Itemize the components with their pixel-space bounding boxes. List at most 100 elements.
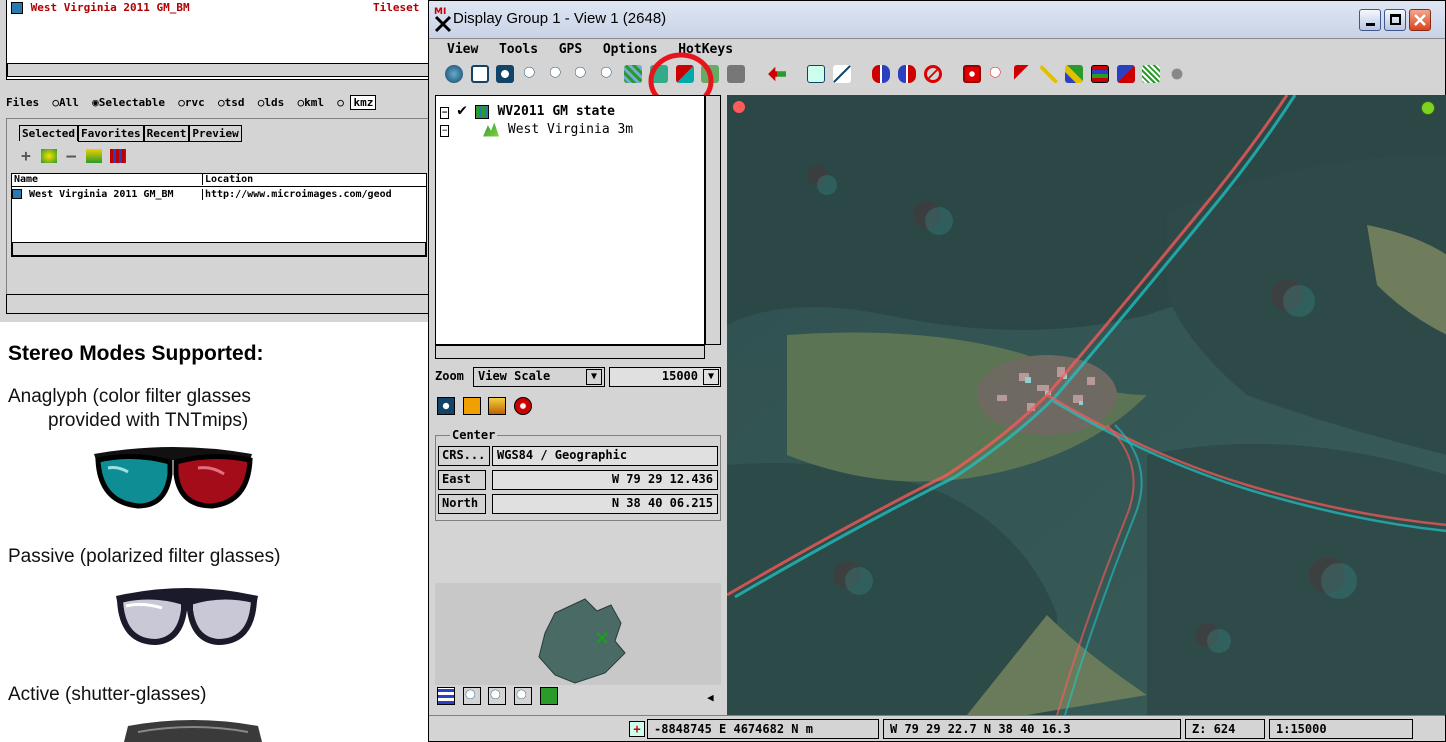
locator-zoom-out-icon[interactable] — [488, 687, 507, 705]
layer-list[interactable]: − ✔ WV2011 GM state − West Virginia 3m — [435, 95, 705, 345]
stereo-heading: Stereo Modes Supported: — [8, 342, 264, 365]
chevron-down-icon[interactable]: ▼ — [586, 369, 602, 385]
forward-icon[interactable] — [897, 65, 916, 83]
tileset-list[interactable]: West Virginia 2011 GM_BM Tileset — [6, 0, 430, 80]
previous-extent-icon[interactable] — [768, 66, 787, 82]
gps-target-icon[interactable] — [513, 397, 532, 415]
add-icon[interactable]: + — [19, 148, 33, 164]
sketch-icon[interactable] — [1039, 65, 1058, 83]
locator-zoom-icon[interactable] — [513, 687, 532, 705]
center-group-title: Center — [450, 428, 498, 442]
crs-value: WGS84 / Geographic — [492, 446, 718, 466]
north-label: North — [438, 494, 486, 514]
remove-icon[interactable]: — — [64, 148, 78, 164]
3d-view-icon[interactable] — [1167, 65, 1186, 83]
filter-rvc[interactable]: ○rvc — [172, 96, 205, 109]
table-scrollbar[interactable] — [12, 242, 426, 256]
minimize-button[interactable] — [1359, 9, 1381, 31]
scale-ratio-icon[interactable] — [833, 65, 851, 83]
elevation-readout: Z: 624 — [1185, 719, 1265, 739]
layer-row[interactable]: − ✔ WV2011 GM state — [440, 100, 615, 119]
find-icon[interactable] — [988, 65, 1007, 83]
pan-icon[interactable] — [496, 65, 515, 83]
tileset-icon — [12, 189, 22, 199]
close-button[interactable] — [1409, 9, 1431, 31]
zoom-in-icon[interactable] — [547, 65, 566, 83]
crs-button[interactable]: CRS... — [438, 446, 490, 466]
map-view[interactable] — [727, 95, 1446, 715]
locator-map[interactable] — [435, 583, 721, 685]
zoom-out-icon[interactable] — [573, 65, 592, 83]
layer-extents-icon[interactable] — [624, 65, 643, 83]
horizontal-scrollbar[interactable] — [7, 63, 429, 77]
table-header: Name Location — [12, 174, 426, 187]
selection-group: Selected Favorites Recent Preview + — Name … — [6, 118, 430, 314]
selection-tabs: Selected Favorites Recent Preview — [19, 125, 242, 142]
file-dialog-remnant: West Virginia 2011 GM_BM Tileset Files ○… — [0, 0, 432, 322]
zoom-box-icon[interactable] — [521, 65, 540, 83]
scale-one-icon[interactable] — [807, 65, 826, 83]
east-coordinate-input[interactable]: W 79 29 12.436 — [492, 470, 718, 490]
open-folder-icon[interactable] — [488, 397, 507, 415]
status-bar: + -8848745 E 4674682 N m W 79 29 22.7 N … — [429, 715, 1445, 741]
tab-favorites[interactable]: Favorites — [77, 125, 144, 142]
north-coordinate-input[interactable]: N 38 40 06.215 — [492, 494, 718, 514]
menu-tools[interactable]: Tools — [499, 42, 538, 57]
tab-preview[interactable]: Preview — [189, 125, 242, 142]
zoom-mode-select[interactable]: View Scale ▼ — [473, 367, 605, 387]
filter-selectable[interactable]: ◉Selectable — [86, 96, 165, 109]
selected-files-table[interactable]: Name Location West Virginia 2011 GM_BM h… — [11, 173, 427, 257]
filter-all[interactable]: ○All — [46, 96, 79, 109]
menu-gps[interactable]: GPS — [559, 42, 582, 57]
window-titlebar[interactable]: MI Display Group 1 - View 1 (2648) — [429, 1, 1445, 39]
grid-icon[interactable] — [109, 149, 126, 163]
anaglyph-imagery — [727, 95, 1446, 715]
filter-text-input[interactable]: kmz — [350, 95, 377, 110]
table-row[interactable]: West Virginia 2011 GM_BM http://www.micr… — [12, 189, 426, 200]
east-label: East — [438, 470, 486, 490]
passive-caption: Passive (polarized filter glasses) — [8, 546, 281, 567]
full-view-icon[interactable] — [470, 65, 489, 83]
measure-icon[interactable] — [1065, 65, 1084, 83]
back-icon[interactable] — [872, 65, 891, 83]
legend-icon[interactable] — [1090, 65, 1109, 83]
anaglyph-caption-2: provided with TNTmips) — [48, 410, 249, 431]
add-layer-icon[interactable] — [40, 149, 57, 163]
maximize-button[interactable] — [1384, 9, 1406, 31]
center-target-icon[interactable] — [437, 397, 455, 415]
tab-selected[interactable]: Selected — [19, 125, 78, 141]
spatial-icon[interactable] — [1116, 65, 1135, 83]
redraw-icon[interactable] — [445, 65, 463, 83]
geographic-coordinate-readout: W 79 29 22.7 N 38 40 16.3 — [883, 719, 1181, 739]
collapse-panel-icon[interactable]: ◀ — [707, 691, 714, 704]
collapse-icon[interactable]: − — [440, 107, 450, 119]
layer-horizontal-scrollbar[interactable] — [435, 345, 705, 359]
checkmark-icon[interactable]: ✔ — [457, 100, 467, 119]
gps-icon[interactable] — [962, 65, 981, 83]
filter-lds[interactable]: ○lds — [251, 96, 285, 109]
zoom-layer-icon[interactable] — [598, 65, 617, 83]
list-icon[interactable] — [437, 687, 455, 705]
active-caption: Active (shutter-glasses) — [8, 684, 207, 705]
filter-kml[interactable]: ○kml — [291, 96, 324, 109]
filter-kmz-radio[interactable]: ○ — [331, 96, 344, 109]
menu-view[interactable]: View — [447, 42, 478, 57]
layer-row[interactable]: − West Virginia 3m — [440, 122, 633, 137]
cancel-icon[interactable] — [923, 65, 942, 83]
tileset-list-item[interactable]: West Virginia 2011 GM_BM — [11, 1, 190, 14]
svg-text:MI: MI — [434, 7, 446, 17]
scale-dropdown-icon[interactable]: ▼ — [703, 369, 719, 385]
tab-recent[interactable]: Recent — [143, 125, 190, 142]
position-crosshair-icon[interactable]: + — [629, 721, 645, 737]
camera-icon[interactable] — [726, 65, 745, 83]
layer-vertical-scrollbar[interactable] — [705, 95, 721, 345]
locator-layer-icon[interactable] — [539, 687, 558, 705]
texture-icon[interactable] — [1142, 65, 1161, 83]
remove-layer-icon[interactable] — [85, 149, 102, 163]
select-icon[interactable] — [1014, 65, 1032, 83]
angle-icon[interactable] — [462, 397, 481, 415]
locator-zoom-in-icon[interactable] — [462, 687, 481, 705]
filter-tsd[interactable]: ○tsd — [211, 96, 245, 109]
collapse-icon[interactable]: − — [440, 125, 450, 137]
locator-tools — [437, 687, 559, 705]
